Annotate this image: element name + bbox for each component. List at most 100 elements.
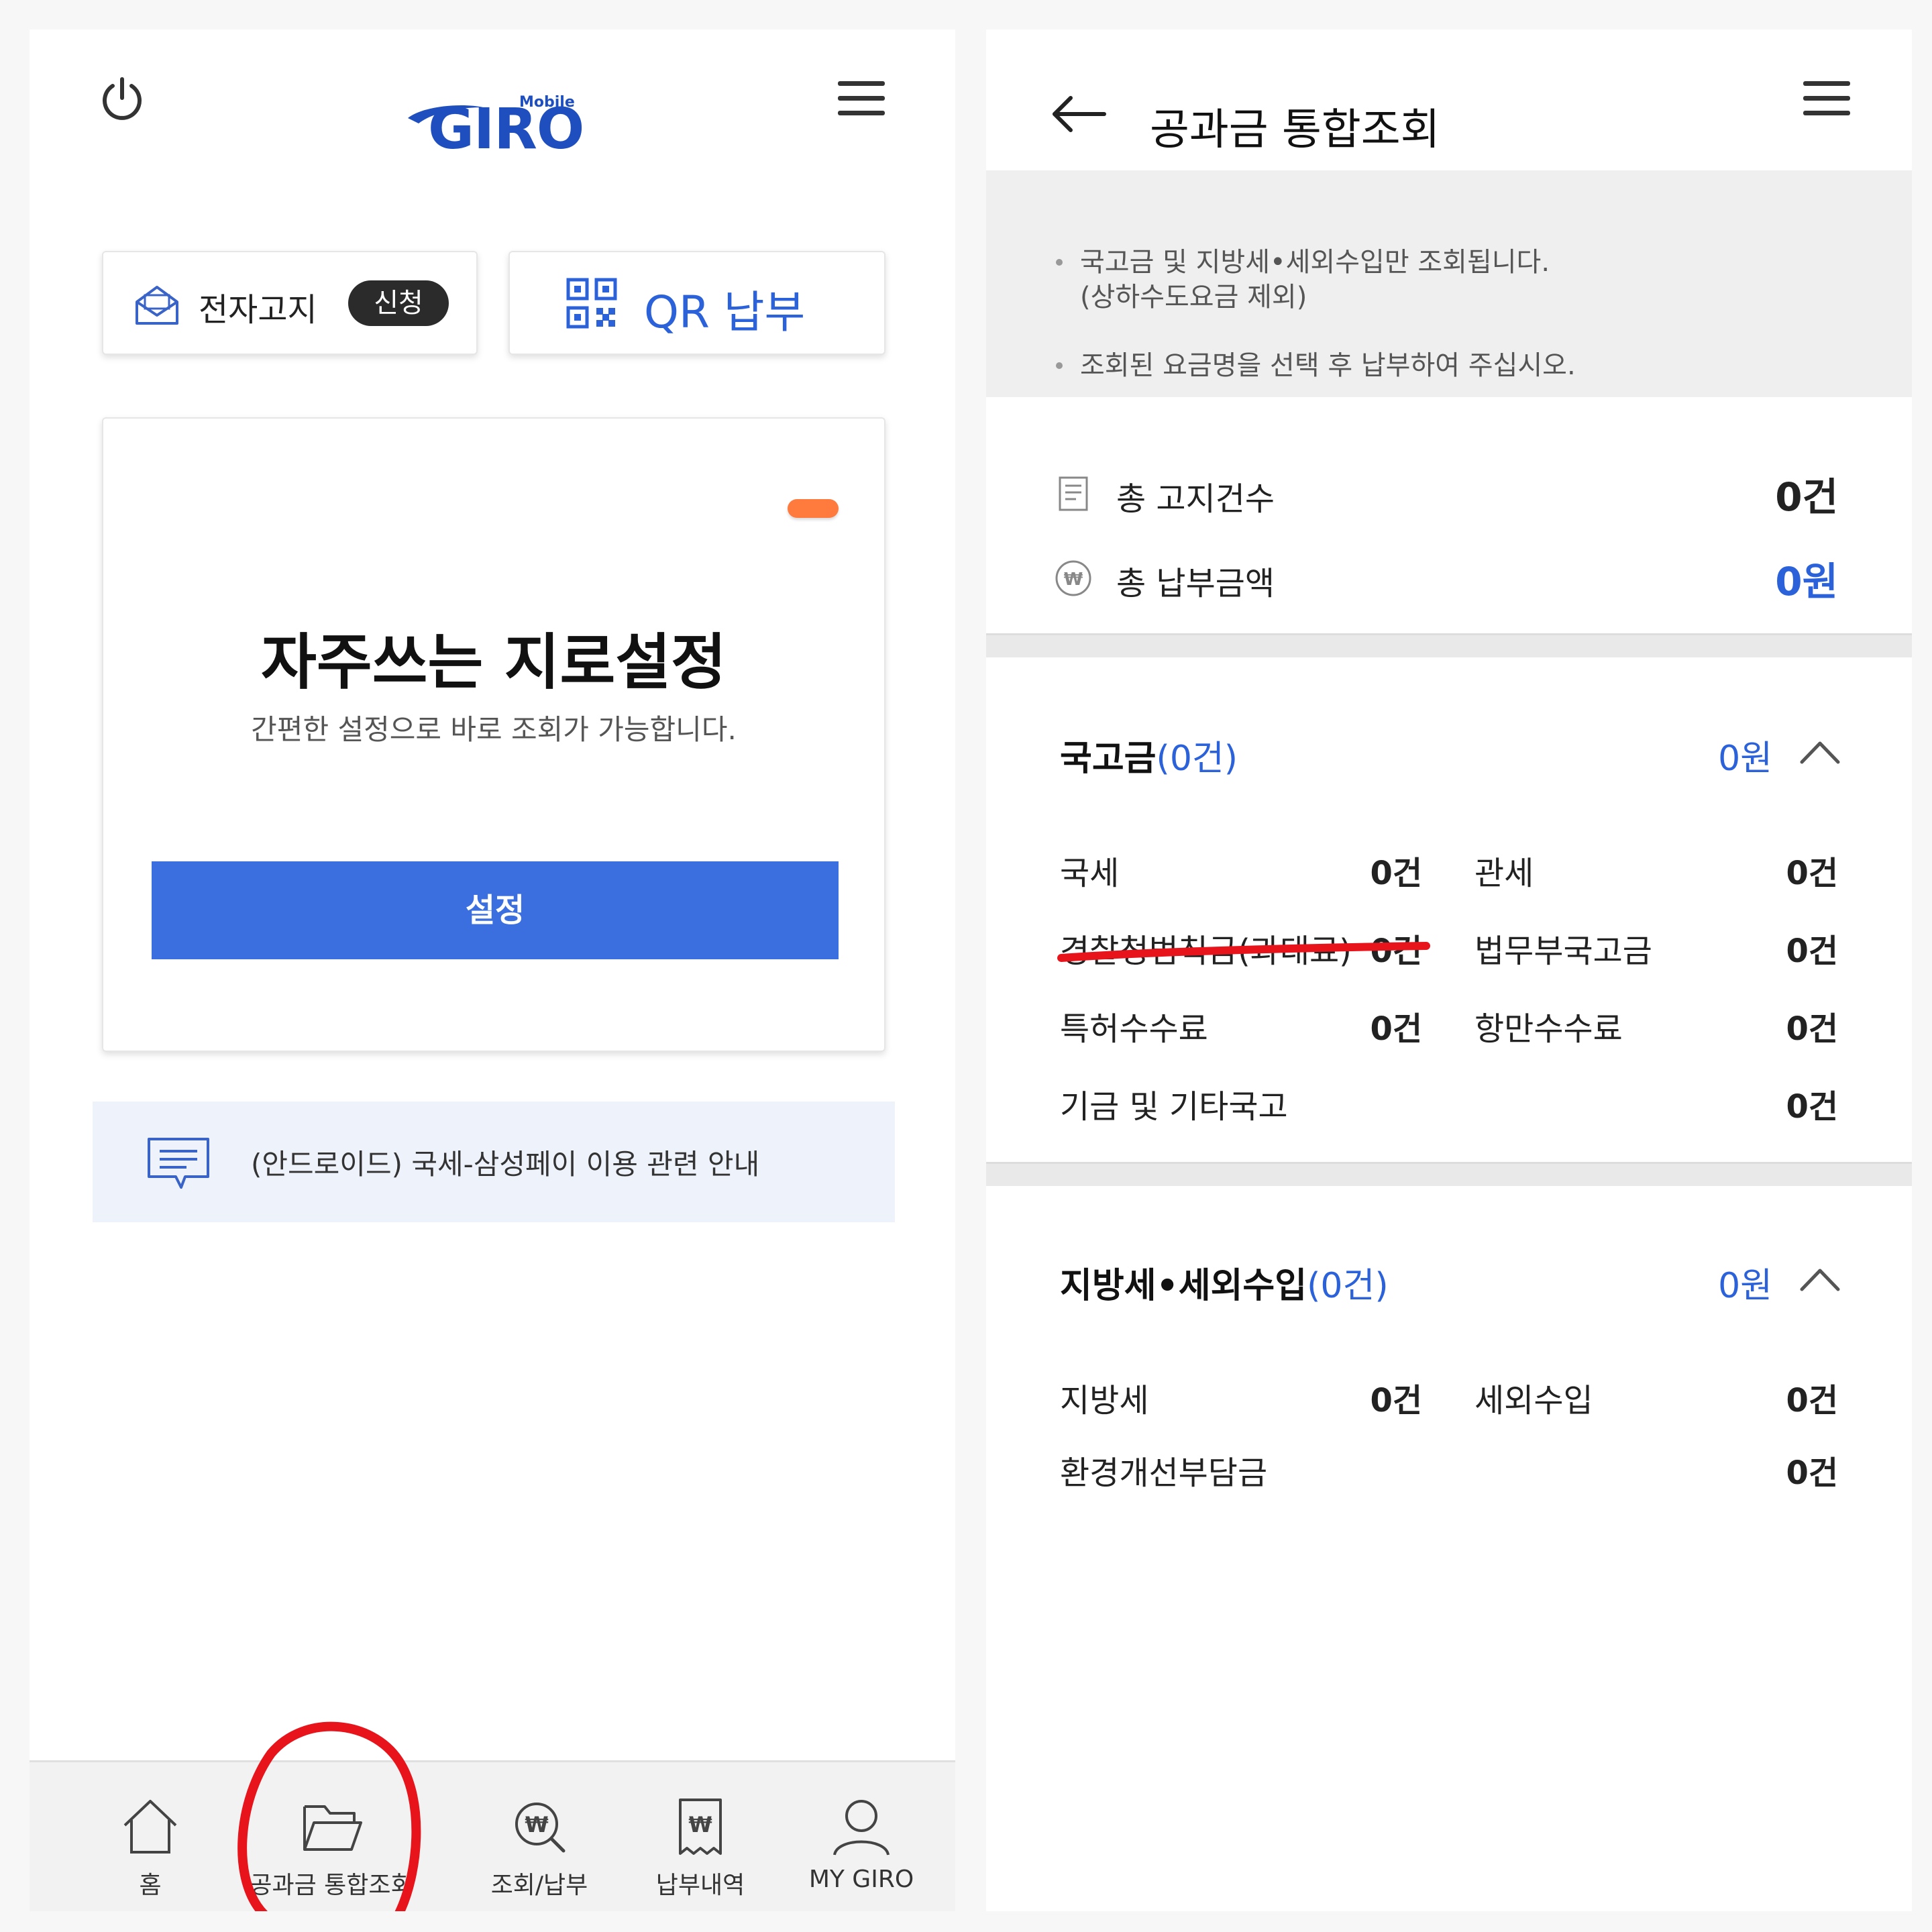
chat-notice-icon: [148, 1138, 209, 1189]
logo-brand-text: GIRO: [428, 96, 584, 162]
list-item[interactable]: 특허수수료 0건: [1060, 1002, 1422, 1056]
total-amount-row: ₩ 총 납부금액 0원: [986, 543, 1912, 610]
favorite-giro-subtitle: 간편한 설정으로 바로 조회가 가능합니다.: [251, 713, 737, 746]
won-coin-icon: ₩: [1055, 560, 1091, 596]
item-count: 0건: [1786, 932, 1838, 970]
nav-payment-history[interactable]: ₩ 납부내역: [620, 1762, 781, 1911]
item-count: 0건: [1786, 855, 1838, 892]
nav-bill-inquiry[interactable]: 공과금 통합조회: [231, 1762, 432, 1911]
envelope-icon: [136, 286, 178, 325]
list-item[interactable]: 국세 0건: [1060, 847, 1422, 900]
info-line-1: 국고금 및 지방세•세외수입만 조회됩니다.: [1080, 247, 1550, 278]
user-icon: [833, 1800, 890, 1856]
page-title: 공과금 통합조회: [1150, 105, 1440, 155]
back-arrow-icon[interactable]: [1051, 95, 1107, 133]
national-treasury-header[interactable]: 국고금(0건) 0원: [986, 716, 1912, 784]
local-tax-amount: 0원: [1718, 1266, 1772, 1306]
svg-text:₩: ₩: [688, 1812, 712, 1837]
item-name: 특허수수료: [1060, 1010, 1208, 1048]
local-tax-title-text: 지방세•세외수입: [1060, 1266, 1307, 1306]
list-item[interactable]: 지방세 0건: [1060, 1374, 1422, 1428]
item-name: 국세: [1060, 855, 1120, 892]
item-name: 관세: [1474, 855, 1534, 892]
item-name: 경찰청범칙금(과태료): [1060, 932, 1352, 970]
nav-bill-inquiry-label: 공과금 통합조회: [250, 1872, 413, 1899]
item-count: 0건: [1370, 855, 1422, 892]
chevron-up-icon[interactable]: [1798, 737, 1842, 766]
power-icon[interactable]: [97, 74, 148, 125]
list-item[interactable]: 경찰청범칙금(과태료) 0건: [1060, 924, 1422, 978]
hamburger-menu-icon[interactable]: [838, 81, 885, 119]
svg-text:₩: ₩: [525, 1812, 548, 1837]
list-item[interactable]: 기금 및 기타국고 0건: [1060, 1080, 1838, 1134]
national-treasury-title-text: 국고금: [1060, 739, 1157, 779]
hamburger-menu-icon[interactable]: [1803, 81, 1850, 119]
qr-code-icon: [566, 278, 617, 329]
local-tax-count: (0건): [1307, 1266, 1389, 1306]
card-indicator-pill: [788, 499, 839, 518]
info-line-2: (상하수도요금 제외): [1080, 282, 1307, 313]
item-count: 0건: [1370, 1010, 1422, 1048]
section-divider: [986, 1162, 1912, 1186]
nav-home-label: 홈: [139, 1872, 162, 1899]
local-tax-title: 지방세•세외수입(0건): [1060, 1257, 1389, 1307]
info-line-3: 조회된 요금명을 선택 후 납부하여 주십시오.: [1080, 350, 1576, 381]
folder-icon: [303, 1805, 362, 1851]
ebill-button[interactable]: 전자고지 신청: [102, 251, 478, 355]
setup-button[interactable]: 설정: [152, 861, 839, 959]
item-count: 0건: [1786, 1382, 1838, 1419]
item-name: 기금 및 기타국고: [1060, 1088, 1288, 1126]
notice-banner[interactable]: (안드로이드) 국세-삼성페이 이용 관련 안내: [93, 1102, 895, 1222]
item-name: 법무부국고금: [1474, 932, 1652, 970]
list-item[interactable]: 법무부국고금 0건: [1474, 924, 1838, 978]
list-item[interactable]: 환경개선부담금 0건: [1060, 1446, 1838, 1500]
qr-pay-button[interactable]: QR 납부: [508, 251, 885, 355]
bullet-dot: [1056, 362, 1063, 369]
item-count: 0건: [1786, 1088, 1838, 1126]
info-notice-box: 국고금 및 지방세•세외수입만 조회됩니다. (상하수도요금 제외) 조회된 요…: [986, 170, 1912, 397]
chevron-up-icon[interactable]: [1798, 1264, 1842, 1293]
home-icon: [123, 1800, 177, 1854]
local-tax-header[interactable]: 지방세•세외수입(0건) 0원: [986, 1244, 1912, 1311]
national-treasury-amount: 0원: [1718, 739, 1772, 779]
list-item[interactable]: 항만수수료 0건: [1474, 1002, 1838, 1056]
nav-inquiry-payment-label: 조회/납부: [490, 1872, 588, 1899]
home-screen: Mobile GIRO 전자고지 신청 QR 납부 자주쓰는 지로설정 간편한 …: [30, 30, 955, 1911]
total-amount-value: 0원: [1775, 559, 1838, 604]
ebill-label: 전자고지: [199, 291, 317, 329]
nav-inquiry-payment[interactable]: ₩ 조회/납부: [459, 1762, 620, 1911]
svg-text:₩: ₩: [1064, 570, 1083, 590]
list-item[interactable]: 세외수입 0건: [1474, 1374, 1838, 1428]
nav-payment-history-label: 납부내역: [655, 1872, 745, 1899]
list-item[interactable]: 관세 0건: [1474, 847, 1838, 900]
section-divider: [986, 633, 1912, 657]
national-treasury-count: (0건): [1156, 739, 1238, 779]
item-count: 0건: [1786, 1010, 1838, 1048]
total-amount-label: 총 납부금액: [1116, 565, 1275, 602]
item-name: 지방세: [1060, 1382, 1149, 1419]
nav-my-giro[interactable]: MY GIRO: [781, 1762, 942, 1911]
receipt-won-icon: ₩: [679, 1799, 722, 1855]
bottom-navigation: 홈 공과금 통합조회 ₩ 조회/납부 ₩ 납부내역 MY GIRO: [30, 1760, 955, 1911]
total-notices-value: 0건: [1775, 474, 1838, 520]
total-notices-row: 총 고지건수 0건: [986, 459, 1912, 526]
item-name: 항만수수료: [1474, 1010, 1623, 1048]
favorite-giro-card: 자주쓰는 지로설정 간편한 설정으로 바로 조회가 가능합니다. 설정: [102, 417, 885, 1052]
giro-logo: Mobile GIRO: [405, 63, 600, 157]
ebill-apply-badge[interactable]: 신청: [348, 280, 449, 326]
nav-home[interactable]: 홈: [97, 1762, 204, 1911]
favorite-giro-title: 자주쓰는 지로설정: [261, 627, 727, 698]
item-count: 0건: [1370, 932, 1422, 970]
nav-my-giro-label: MY GIRO: [808, 1866, 914, 1893]
national-treasury-title: 국고금(0건): [1060, 730, 1238, 780]
qr-pay-label: QR 납부: [644, 286, 806, 338]
item-count: 0건: [1370, 1382, 1422, 1419]
notice-text: (안드로이드) 국세-삼성페이 이용 관련 안내: [251, 1148, 760, 1181]
bill-inquiry-screen: 공과금 통합조회 국고금 및 지방세•세외수입만 조회됩니다. (상하수도요금 …: [986, 30, 1912, 1911]
document-list-icon: [1059, 476, 1088, 511]
item-count: 0건: [1786, 1454, 1838, 1492]
search-won-icon: ₩: [515, 1803, 566, 1853]
item-name: 환경개선부담금: [1060, 1454, 1268, 1492]
bullet-dot: [1056, 259, 1063, 266]
total-notices-label: 총 고지건수: [1116, 480, 1275, 518]
